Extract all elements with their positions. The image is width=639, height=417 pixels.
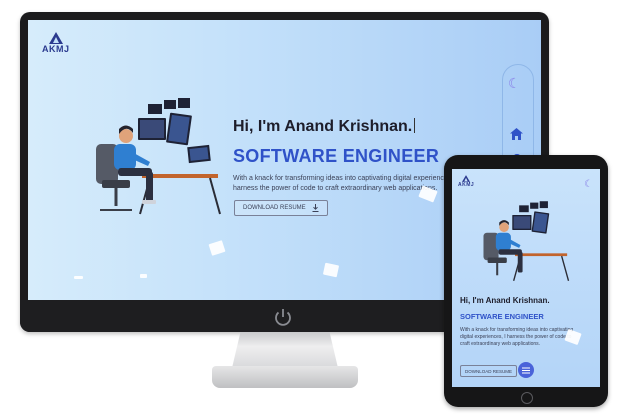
home-icon[interactable] [510, 128, 523, 140]
tablet-brand-logo[interactable]: AKMJ [458, 175, 474, 188]
moon-icon[interactable]: ☾ [508, 75, 521, 92]
monitor-stand-base [212, 366, 358, 388]
tablet-download-resume-label: DOWNLOAD RESUME [465, 368, 513, 374]
tablet-developer-illustration [483, 201, 570, 281]
menu-button[interactable] [518, 362, 534, 378]
logo-mark-icon [462, 175, 471, 182]
download-resume-label: DOWNLOAD RESUME [243, 205, 306, 211]
tablet-home-button[interactable] [521, 392, 533, 404]
decor-shape [140, 274, 147, 278]
tablet-hero-role: SOFTWARE ENGINEER [460, 312, 544, 321]
brand-logo[interactable]: AKMJ [42, 32, 70, 54]
tablet-hero-description: With a knack for transforming ideas into… [460, 327, 574, 347]
hero-greeting: Hi, I'm Anand Krishnan. [233, 118, 416, 136]
power-icon[interactable] [272, 306, 294, 328]
download-resume-button[interactable]: DOWNLOAD RESUME [234, 200, 328, 216]
tablet-logo-text: AKMJ [458, 182, 475, 188]
tablet-screen: AKMJ ☾ Hi, I'm Anand Krishnan. SOFTWARE … [452, 169, 600, 387]
decor-shape [74, 276, 83, 279]
monitor-stand-neck [232, 332, 338, 368]
typing-cursor [414, 118, 416, 133]
download-icon [312, 204, 319, 212]
tablet-download-resume-button[interactable]: DOWNLOAD RESUME [460, 365, 518, 377]
developer-illustration [96, 98, 221, 215]
menu-icon [522, 367, 530, 373]
hero-role: SOFTWARE ENGINEER [233, 146, 440, 166]
decor-shape [208, 240, 226, 256]
logo-text: AKMJ [42, 44, 70, 54]
decor-shape [322, 262, 340, 278]
moon-icon[interactable]: ☾ [584, 179, 593, 190]
tablet-hero-greeting: Hi, I'm Anand Krishnan. [460, 296, 550, 305]
logo-mark-icon [48, 32, 63, 44]
